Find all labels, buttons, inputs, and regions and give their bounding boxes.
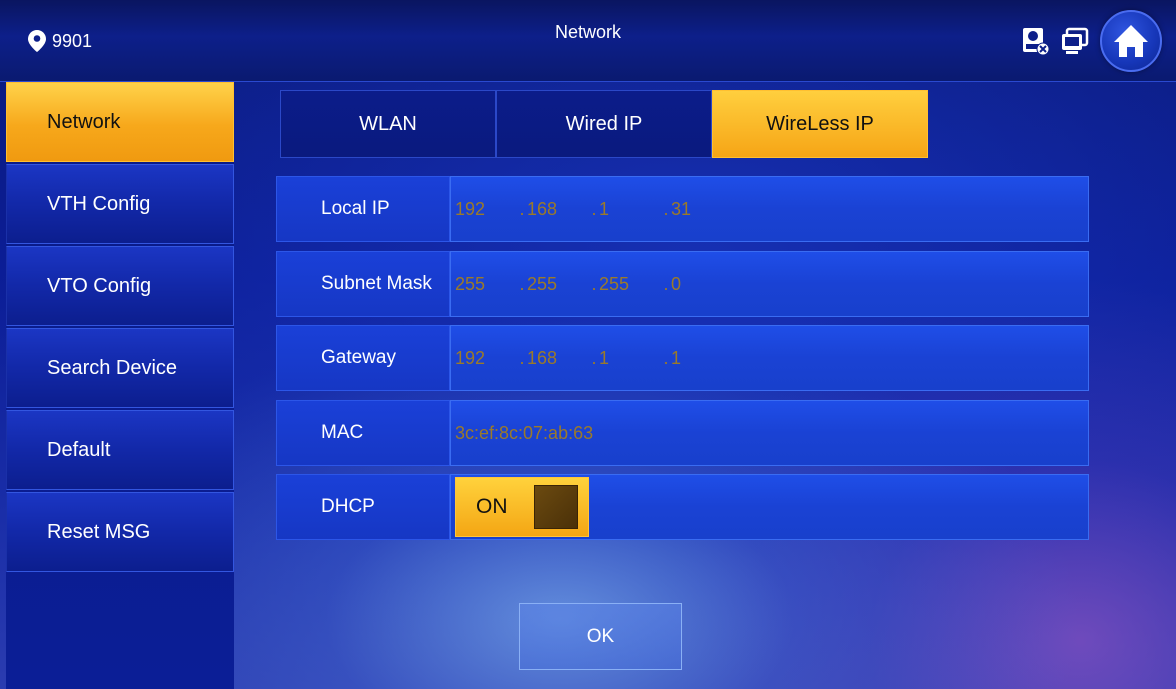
subnet-mask-row: Subnet Mask 255 . 255 . 255 . 0	[276, 251, 1089, 317]
local-ip-label: Local IP	[276, 176, 450, 242]
sidebar-item-network[interactable]: Network	[6, 82, 234, 162]
local-ip-octet-4[interactable]: 31	[671, 199, 735, 220]
sidebar-item-label: VTH Config	[47, 192, 151, 215]
sidebar-item-label: VTO Config	[47, 274, 152, 297]
network-settings-screen: 9901 Network Network VTH Config VTO Conf…	[0, 0, 1176, 689]
ip-separator: .	[663, 198, 669, 219]
contact-card-icon[interactable]	[1020, 26, 1050, 56]
sidebar-item-label: Default	[47, 438, 111, 461]
ip-separator: .	[663, 347, 669, 368]
dhcp-toggle-state: ON	[476, 495, 508, 518]
gateway-octet-3[interactable]: 1	[599, 348, 663, 369]
gateway-octet-4[interactable]: 1	[671, 348, 735, 369]
gateway-octet-2[interactable]: 168	[527, 348, 591, 369]
local-ip-octet-2[interactable]: 168	[527, 199, 591, 220]
local-ip-octet-1[interactable]: 192	[455, 199, 519, 220]
page-title: Network	[554, 22, 621, 42]
sidebar-item-search-device[interactable]: Search Device	[6, 328, 234, 408]
gateway-label: Gateway	[276, 325, 450, 391]
ok-button[interactable]: OK	[519, 603, 682, 670]
tab-wlan[interactable]: WLAN	[280, 90, 496, 158]
mac-value: 3c:ef:8c:07:ab:63	[455, 422, 594, 443]
ip-separator: .	[519, 273, 525, 294]
tab-label: Wired IP	[565, 112, 643, 135]
sidebar-item-vto-config[interactable]: VTO Config	[6, 246, 234, 326]
ip-separator: .	[591, 273, 597, 294]
sidebar-item-label: Reset MSG	[47, 520, 151, 543]
sidebar-item-label: Network	[47, 110, 121, 133]
subnet-mask-field[interactable]: 255 . 255 . 255 . 0	[450, 251, 1089, 317]
dhcp-row: DHCP ON	[276, 474, 1089, 540]
sidebar: Network VTH Config VTO Config Search Dev…	[6, 82, 234, 689]
home-button[interactable]	[1100, 10, 1162, 72]
local-ip-field[interactable]: 192 . 168 . 1 . 31	[450, 176, 1089, 242]
ok-button-label: OK	[586, 625, 615, 647]
ip-separator: .	[663, 273, 669, 294]
sidebar-item-reset-msg[interactable]: Reset MSG	[6, 492, 234, 572]
ip-separator: .	[519, 198, 525, 219]
local-ip-row: Local IP 192 . 168 . 1 . 31	[276, 176, 1089, 242]
tab-wireless-ip[interactable]: WireLess IP	[712, 90, 928, 158]
network-tabs: WLAN Wired IP WireLess IP	[280, 90, 928, 158]
gateway-row: Gateway 192 . 168 . 1 . 1	[276, 325, 1089, 391]
mac-row: MAC 3c:ef:8c:07:ab:63	[276, 400, 1089, 466]
tab-label: WLAN	[359, 112, 417, 135]
subnet-mask-octet-4[interactable]: 0	[671, 274, 735, 295]
sidebar-item-vth-config[interactable]: VTH Config	[6, 164, 234, 244]
tab-wired-ip[interactable]: Wired IP	[496, 90, 712, 158]
dhcp-field: ON	[450, 474, 1089, 540]
dhcp-label: DHCP	[276, 474, 450, 540]
sidebar-item-label: Search Device	[47, 356, 178, 379]
gateway-octet-1[interactable]: 192	[455, 348, 519, 369]
mac-field: 3c:ef:8c:07:ab:63	[450, 400, 1089, 466]
home-icon	[1114, 25, 1148, 57]
tab-label: WireLess IP	[766, 112, 874, 135]
local-ip-octet-3[interactable]: 1	[599, 199, 663, 220]
ip-separator: .	[591, 347, 597, 368]
ip-separator: .	[519, 347, 525, 368]
gateway-field[interactable]: 192 . 168 . 1 . 1	[450, 325, 1089, 391]
ip-separator: .	[591, 198, 597, 219]
subnet-mask-octet-1[interactable]: 255	[455, 274, 519, 295]
status-icons	[1020, 10, 1162, 72]
dhcp-toggle-knob	[534, 485, 578, 529]
message-monitor-icon[interactable]	[1060, 26, 1090, 56]
top-bar: 9901 Network	[0, 0, 1176, 82]
subnet-mask-octet-3[interactable]: 255	[599, 274, 663, 295]
dhcp-toggle[interactable]: ON	[455, 477, 589, 537]
subnet-mask-label: Subnet Mask	[276, 251, 450, 317]
sidebar-item-default[interactable]: Default	[6, 410, 234, 490]
mac-label: MAC	[276, 400, 450, 466]
subnet-mask-octet-2[interactable]: 255	[527, 274, 591, 295]
